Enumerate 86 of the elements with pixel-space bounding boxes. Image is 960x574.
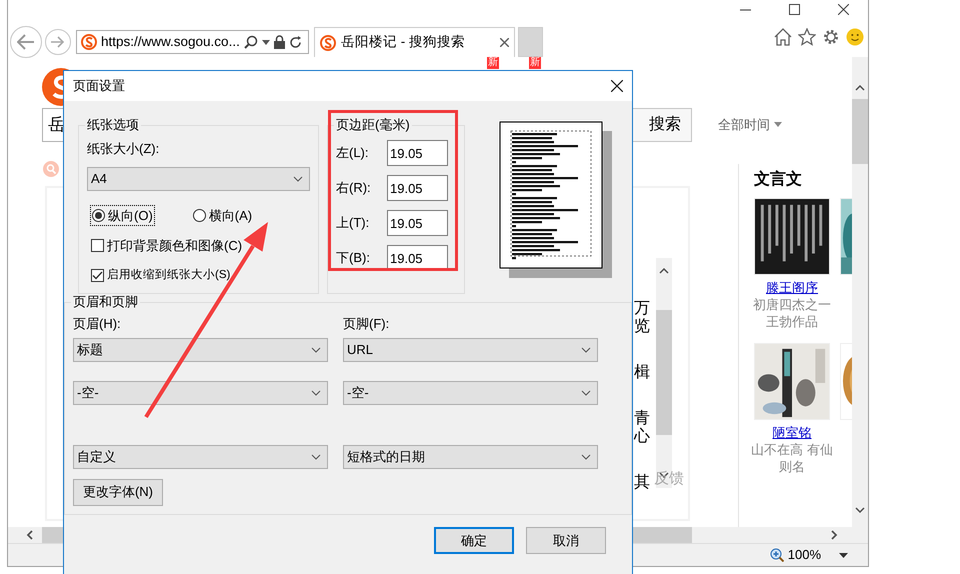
- sogou-logo-icon: [320, 34, 336, 50]
- zoom-level[interactable]: 100%: [788, 545, 821, 565]
- vertical-scrollbar[interactable]: [852, 57, 868, 527]
- result-text: 其: [634, 474, 651, 492]
- chevron-right-icon[interactable]: [830, 530, 838, 540]
- group-label: 纸张选项: [86, 117, 140, 133]
- margin-input[interactable]: 19.05: [387, 210, 448, 236]
- scrollbar-thumb[interactable]: [852, 99, 868, 164]
- header-select[interactable]: 标题: [73, 338, 328, 362]
- footer-select[interactable]: 短格式的日期: [343, 444, 598, 468]
- header-select[interactable]: 自定义: [73, 444, 328, 468]
- result-text: 万: [634, 300, 651, 318]
- caret-icon[interactable]: [839, 552, 848, 558]
- focused-radio-label[interactable]: 纵向(O): [108, 206, 153, 225]
- chevron-down-icon: [581, 454, 591, 460]
- search-icon[interactable]: [244, 35, 258, 49]
- refresh-icon[interactable]: [288, 36, 302, 48]
- radio-selected[interactable]: [92, 208, 105, 222]
- change-font-button[interactable]: 更改字体(N): [73, 478, 163, 506]
- time-filter[interactable]: 全部时间: [718, 114, 770, 134]
- search-icon: [43, 160, 59, 177]
- radio-label[interactable]: 横向(A): [208, 206, 252, 225]
- close-icon[interactable]: [500, 38, 509, 47]
- chevron-up-icon[interactable]: [855, 85, 865, 91]
- caret-icon[interactable]: [262, 40, 270, 44]
- dialog-title: 页面设置: [73, 77, 125, 96]
- result-text: 青: [634, 410, 651, 428]
- checkbox-checked[interactable]: [91, 268, 104, 282]
- margin-input[interactable]: 19.05: [387, 175, 448, 201]
- field-label: 下(B):: [336, 249, 370, 268]
- article-summary: 王勃作品: [766, 313, 818, 330]
- radio-button[interactable]: [192, 208, 206, 222]
- field-label: 上(T):: [336, 214, 370, 232]
- chevron-down-icon: [311, 346, 321, 352]
- scrollbar-thumb[interactable]: [656, 310, 672, 435]
- paper-size-select[interactable]: A4: [87, 166, 310, 190]
- article-summary: 山不在高 有仙: [751, 441, 833, 458]
- checkbox-label[interactable]: 打印背景颜色和图像(C): [107, 236, 242, 256]
- field-label: 页脚(F):: [343, 315, 390, 333]
- result-text: 心: [634, 428, 651, 446]
- ok-button[interactable]: 确定: [434, 527, 514, 554]
- zoom-icon[interactable]: [770, 548, 784, 562]
- chevron-down-icon: [311, 454, 321, 460]
- result-text: 览: [634, 318, 651, 336]
- chevron-down-icon: [581, 390, 591, 396]
- star-icon[interactable]: [798, 28, 816, 46]
- group-label: 页边距(毫米): [335, 117, 411, 133]
- cancel-button[interactable]: 取消: [526, 527, 606, 554]
- maximize-icon[interactable]: [789, 4, 800, 15]
- arrow-right-icon: [51, 36, 65, 48]
- lock-icon: [274, 35, 285, 49]
- close-icon: [611, 80, 623, 92]
- chevron-left-icon[interactable]: [26, 530, 34, 540]
- checkbox-label[interactable]: 启用收缩到纸张大小(S): [107, 266, 230, 284]
- close-icon[interactable]: [838, 4, 849, 15]
- chevron-down-icon: [293, 176, 303, 182]
- address-bar[interactable]: https://www.sogou.co...: [76, 30, 309, 54]
- article-summary: 则名: [779, 458, 805, 475]
- header-select[interactable]: -空-: [73, 380, 328, 404]
- smiley-icon[interactable]: [846, 28, 864, 46]
- section-title: 文言文: [754, 169, 803, 190]
- chevron-down-icon: [311, 390, 321, 396]
- chevron-up-icon[interactable]: [659, 268, 669, 274]
- chevron-down-icon[interactable]: [855, 507, 865, 513]
- group-label: 页眉和页脚: [72, 294, 139, 310]
- sogou-logo-icon: [81, 34, 97, 50]
- field-label: 右(R):: [336, 179, 371, 198]
- article-link[interactable]: 陋室铭: [772, 424, 812, 441]
- margin-input[interactable]: 19.05: [387, 140, 448, 166]
- home-icon[interactable]: [774, 28, 792, 46]
- chevron-down-icon: [581, 346, 591, 352]
- footer-select[interactable]: -空-: [343, 380, 598, 404]
- back-button[interactable]: [10, 26, 42, 58]
- chevron-down-icon[interactable]: [659, 472, 669, 478]
- article-link[interactable]: 滕王阁序: [766, 279, 818, 296]
- article-summary: 初唐四杰之一: [753, 296, 831, 313]
- result-text: 楫: [634, 364, 651, 382]
- checkbox[interactable]: [91, 239, 104, 252]
- field-label: 左(L):: [336, 144, 368, 162]
- footer-select[interactable]: URL: [343, 338, 598, 362]
- settings-icon[interactable]: [822, 28, 840, 46]
- address-text: https://www.sogou.co...: [101, 32, 240, 51]
- field-label: 页眉(H):: [73, 315, 122, 333]
- arrow-left-icon: [17, 34, 35, 50]
- field-label: 纸张大小(Z):: [87, 140, 160, 158]
- browser-tab[interactable]: 岳阳楼记 - 搜狗搜索: [314, 27, 515, 57]
